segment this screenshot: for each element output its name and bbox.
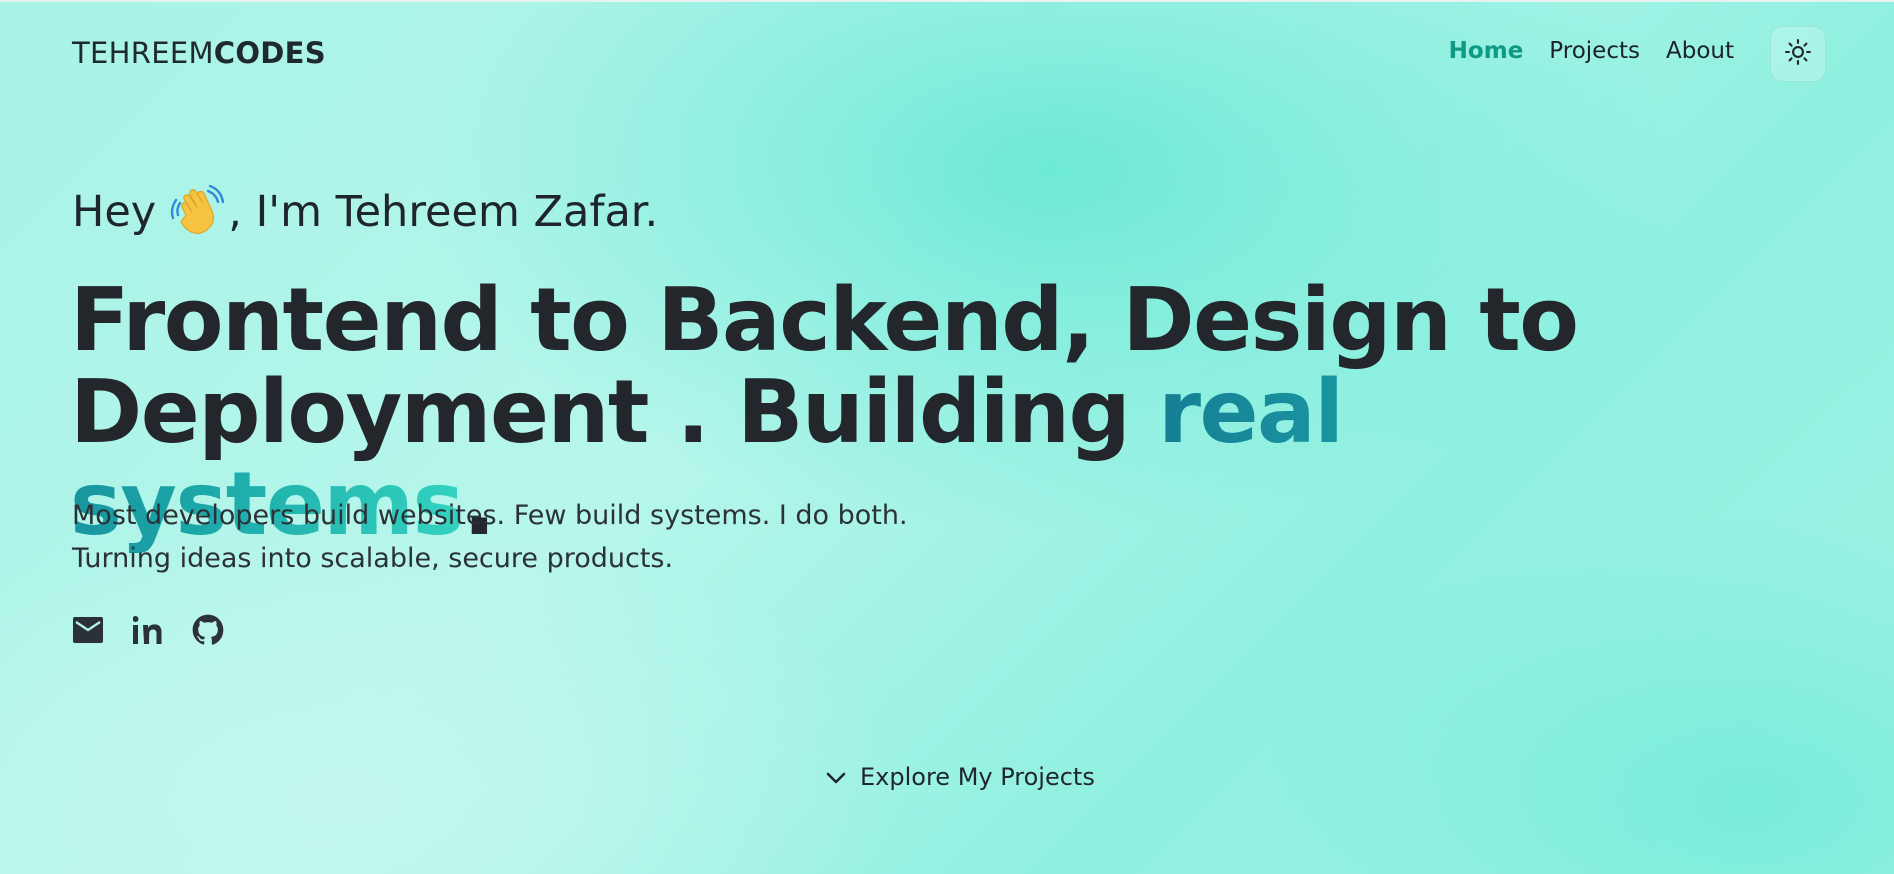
theme-toggle-button[interactable] bbox=[1770, 26, 1826, 82]
greeting: Hey , I'm Tehreem Zafar. bbox=[72, 184, 659, 239]
explore-label: Explore My Projects bbox=[860, 763, 1095, 791]
social-links bbox=[72, 614, 224, 646]
main-nav: Home Projects About bbox=[1449, 38, 1734, 64]
headline-main: Frontend to Backend, Design to Deploymen… bbox=[70, 269, 1579, 463]
brand-logo[interactable]: TEHREEMCODES bbox=[72, 36, 326, 70]
hero-subtitle: Most developers build websites. Few buil… bbox=[72, 494, 908, 580]
brand-light-text: TEHREEM bbox=[72, 36, 214, 70]
github-icon[interactable] bbox=[192, 614, 224, 646]
explore-projects-button[interactable]: Explore My Projects bbox=[826, 763, 1095, 791]
subtitle-line-1: Most developers build websites. Few buil… bbox=[72, 500, 908, 531]
chevron-down-icon bbox=[826, 763, 846, 791]
waving-hand-icon bbox=[170, 184, 225, 239]
subtitle-line-2: Turning ideas into scalable, secure prod… bbox=[72, 543, 674, 574]
brand-bold-text: CODES bbox=[213, 36, 326, 70]
nav-home[interactable]: Home bbox=[1449, 38, 1524, 64]
nav-projects[interactable]: Projects bbox=[1549, 38, 1640, 64]
mail-icon[interactable] bbox=[72, 614, 104, 646]
site-header: TEHREEMCODES Home Projects About bbox=[0, 0, 1894, 106]
sun-icon bbox=[1784, 38, 1812, 70]
greeting-prefix: Hey bbox=[72, 187, 157, 237]
linkedin-icon[interactable] bbox=[132, 614, 164, 646]
greeting-suffix: , I'm Tehreem Zafar. bbox=[228, 187, 659, 237]
nav-about[interactable]: About bbox=[1666, 38, 1734, 64]
